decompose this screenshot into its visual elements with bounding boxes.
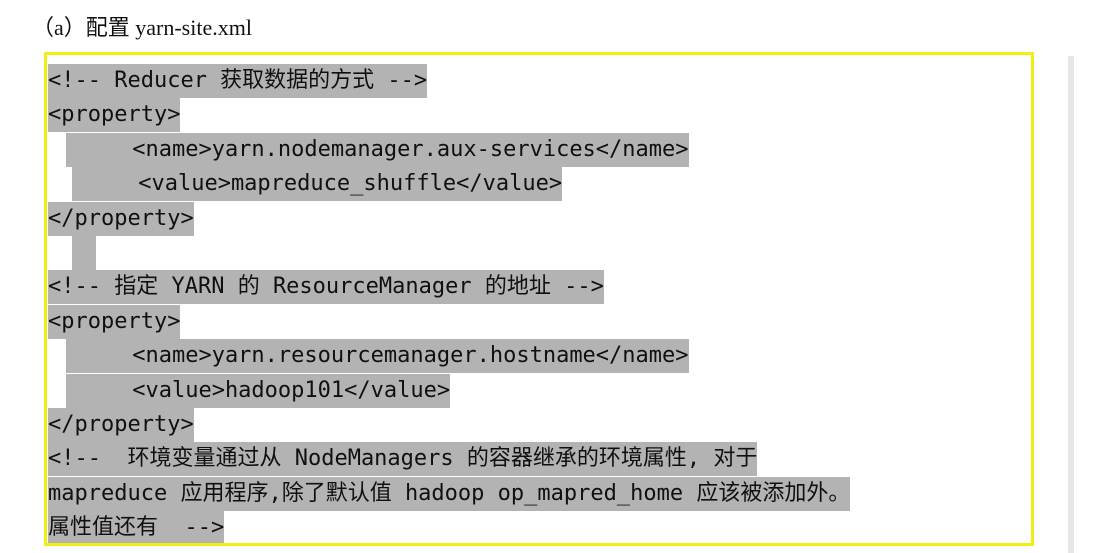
code-line-text xyxy=(72,235,96,270)
code-line xyxy=(48,235,1068,270)
code-line-text: 属性值还有 --> xyxy=(48,511,225,546)
code-line-text: </property> xyxy=(48,201,194,236)
section-heading: （a）配置 yarn-site.xml xyxy=(32,15,252,40)
code-line: <!-- 环境变量通过从 NodeManagers 的容器继承的环境属性, 对于 xyxy=(48,442,1068,477)
xml-code-block: <!-- Reducer 获取数据的方式 --> <property> <nam… xyxy=(48,64,1068,546)
code-line: <name>yarn.nodemanager.aux-services</nam… xyxy=(48,132,1068,167)
code-line-text: <name>yarn.resourcemanager.hostname</nam… xyxy=(66,339,689,374)
code-line-text: <property> xyxy=(48,304,181,339)
code-line: </property> xyxy=(48,407,1068,442)
code-line: <value>hadoop101</value> xyxy=(48,373,1068,408)
code-line-text: <name>yarn.nodemanager.aux-services</nam… xyxy=(66,132,689,167)
code-line-text: <!-- 指定 YARN 的 ResourceManager 的地址 --> xyxy=(48,270,604,305)
code-line-text: mapreduce 应用程序,除了默认值 hadoop op_mapred_ho… xyxy=(48,476,851,511)
code-line-text: <!-- Reducer 获取数据的方式 --> xyxy=(48,64,428,98)
code-line: <name>yarn.resourcemanager.hostname</nam… xyxy=(48,339,1068,374)
code-line: <property> xyxy=(48,304,1068,339)
code-line-text: <value>hadoop101</value> xyxy=(66,373,451,408)
code-line: 属性值还有 --> xyxy=(48,511,1068,546)
code-line: </property> xyxy=(48,201,1068,236)
code-line-text: </property> xyxy=(48,407,194,442)
code-line: <!-- Reducer 获取数据的方式 --> xyxy=(48,64,1068,98)
code-line: <!-- 指定 YARN 的 ResourceManager 的地址 --> xyxy=(48,270,1068,305)
code-line: <value>mapreduce_shuffle</value> xyxy=(48,167,1068,202)
code-line-text: <!-- 环境变量通过从 NodeManagers 的容器继承的环境属性, 对于 xyxy=(48,442,758,477)
code-line-text: <value>mapreduce_shuffle</value> xyxy=(72,167,563,202)
code-line: <property> xyxy=(48,98,1068,133)
code-line-text: <property> xyxy=(48,98,181,133)
code-line: mapreduce 应用程序,除了默认值 hadoop op_mapred_ho… xyxy=(48,476,1068,511)
